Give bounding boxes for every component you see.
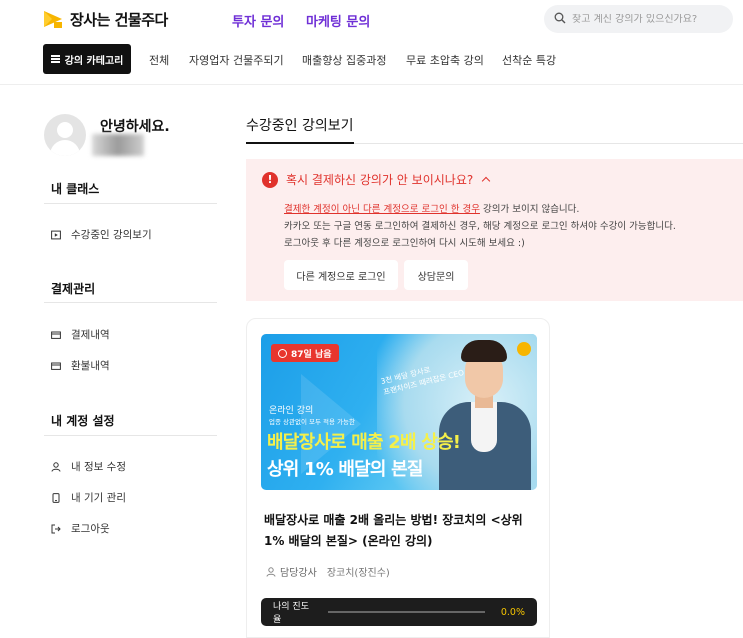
progress-label: 나의 진도율	[273, 602, 309, 625]
notice-text: 로그아웃 후 다른 계정으로 로그인하여 다시 시도해 보세요 :)	[284, 238, 525, 249]
avatar	[44, 114, 86, 156]
sidebar-item-label: 환불내역	[71, 360, 110, 372]
course-card[interactable]: 3천 배달 장사로 프랜차이즈 때려잡은 CEO 87일 남음 온라인 강의 업…	[246, 318, 550, 638]
consult-button[interactable]: 상담문의	[404, 260, 468, 290]
marketing-inquiry-link[interactable]: 마케팅 문의	[306, 11, 370, 30]
invest-inquiry-link[interactable]: 투자 문의	[232, 11, 284, 30]
user-icon	[51, 461, 61, 472]
chevron-up-icon	[481, 176, 491, 186]
title-underline	[246, 142, 354, 144]
login-notice: ! 혹시 결제하신 강의가 안 보이시나요? 결제한 계정이 아닌 다른 계정으…	[246, 159, 743, 301]
nav-item-sales[interactable]: 매출향상 집중과정	[302, 52, 386, 68]
section-divider	[44, 203, 217, 204]
course-instructor: 담당강사 장코치(장진수)	[266, 564, 390, 579]
thumb-headline: 배달장사로 매출 2배 상승!	[267, 432, 461, 453]
notice-text: 카카오 또는 구글 연동 로그인하여 결제하신 경우, 해당 계정으로 로그인 …	[284, 221, 676, 232]
brand-name: 장사는 건물주다	[70, 10, 168, 29]
progress-bar: 나의 진도율 0.0%	[261, 598, 537, 626]
search-box[interactable]	[544, 5, 733, 33]
category-menu-label: 강의 카테고리	[64, 55, 124, 67]
thumb-caption: 업종 상관없이 모두 적용 가능한	[269, 418, 356, 426]
clock-icon	[278, 348, 287, 358]
progress-value: 0.0%	[500, 606, 525, 618]
section-divider	[44, 302, 217, 303]
header: 장사는 건물주다 투자 문의 마케팅 문의	[0, 0, 743, 40]
notice-link-text: 결제한 계정이 아닌 다른 계정으로 로그인 한 경우	[284, 204, 480, 215]
device-icon	[51, 492, 61, 503]
course-thumbnail[interactable]: 3천 배달 장사로 프랜차이즈 때려잡은 CEO 87일 남음 온라인 강의 업…	[261, 334, 537, 490]
search-icon	[554, 12, 566, 27]
nav-item-special[interactable]: 선착순 특강	[502, 52, 556, 68]
alert-icon: !	[262, 171, 278, 188]
section-divider	[44, 435, 217, 436]
sidebar-item-enrolled[interactable]: 수강중인 강의보기	[51, 227, 152, 242]
notice-body: 결제한 계정이 아닌 다른 계정으로 로그인 한 경우 강의가 보이지 않습니다…	[284, 201, 734, 252]
thumb-headline-2: 상위 1% 배달의 본질	[267, 459, 423, 480]
instructor-label: 담당강사	[280, 568, 317, 579]
logo-icon	[42, 8, 64, 30]
section-title-payment: 결제관리	[51, 282, 96, 296]
sidebar-item-label: 결제내역	[71, 329, 110, 341]
brand-logo[interactable]: 장사는 건물주다	[42, 8, 168, 30]
header-divider	[0, 84, 743, 85]
nav-item-all[interactable]: 전체	[149, 52, 169, 68]
sidebar-item-payment-history[interactable]: 결제내역	[51, 327, 110, 342]
nav-item-free[interactable]: 무료 초압축 강의	[406, 52, 484, 68]
sidebar-item-label: 로그아웃	[71, 523, 110, 535]
sidebar-item-label: 내 정보 수정	[71, 461, 126, 473]
logout-icon	[51, 524, 61, 534]
sidebar-item-label: 내 기기 관리	[71, 492, 126, 504]
thumb-subtitle: 온라인 강의	[269, 406, 314, 416]
category-menu-button[interactable]: 강의 카테고리	[43, 44, 131, 74]
search-input[interactable]	[572, 13, 722, 25]
notice-toggle[interactable]: ! 혹시 결제하신 강의가 안 보이시나요?	[262, 171, 491, 188]
instructor-name: 장코치(장진수)	[326, 568, 390, 579]
section-title-account: 내 계정 설정	[51, 414, 115, 428]
sidebar-item-refund-history[interactable]: 환불내역	[51, 358, 110, 373]
sidebar-item-edit-profile[interactable]: 내 정보 수정	[51, 459, 126, 474]
play-icon	[51, 230, 61, 240]
user-name-blurred	[92, 134, 144, 156]
notice-heading: 혹시 결제하신 강의가 안 보이시나요?	[286, 173, 474, 187]
greeting: 안녕하세요.	[100, 119, 170, 135]
sidebar-item-label: 수강중인 강의보기	[71, 229, 152, 241]
hamburger-icon	[50, 55, 60, 63]
section-title-my-class: 내 클래스	[51, 182, 100, 196]
brand-logo-icon	[517, 342, 531, 356]
card-icon	[51, 330, 61, 340]
notice-text: 강의가 보이지 않습니다.	[479, 204, 580, 215]
sidebar-item-devices[interactable]: 내 기기 관리	[51, 490, 126, 505]
sidebar-item-logout[interactable]: 로그아웃	[51, 521, 110, 536]
card-icon	[51, 361, 61, 371]
course-title[interactable]: 배달장사로 매출 2배 올리는 방법! 장코치의 <상위 1% 배달의 본질> …	[264, 510, 538, 552]
remaining-days-badge: 87일 남음	[271, 344, 339, 362]
progress-track	[328, 611, 485, 613]
category-nav: 강의 카테고리 전체 자영업자 건물주되기 매출향상 집중과정 무료 초압축 강…	[0, 44, 743, 76]
user-icon	[266, 566, 276, 577]
login-other-account-button[interactable]: 다른 계정으로 로그인	[284, 260, 398, 290]
page-title: 수강중인 강의보기	[246, 118, 354, 134]
nav-item-owner[interactable]: 자영업자 건물주되기	[189, 52, 284, 68]
